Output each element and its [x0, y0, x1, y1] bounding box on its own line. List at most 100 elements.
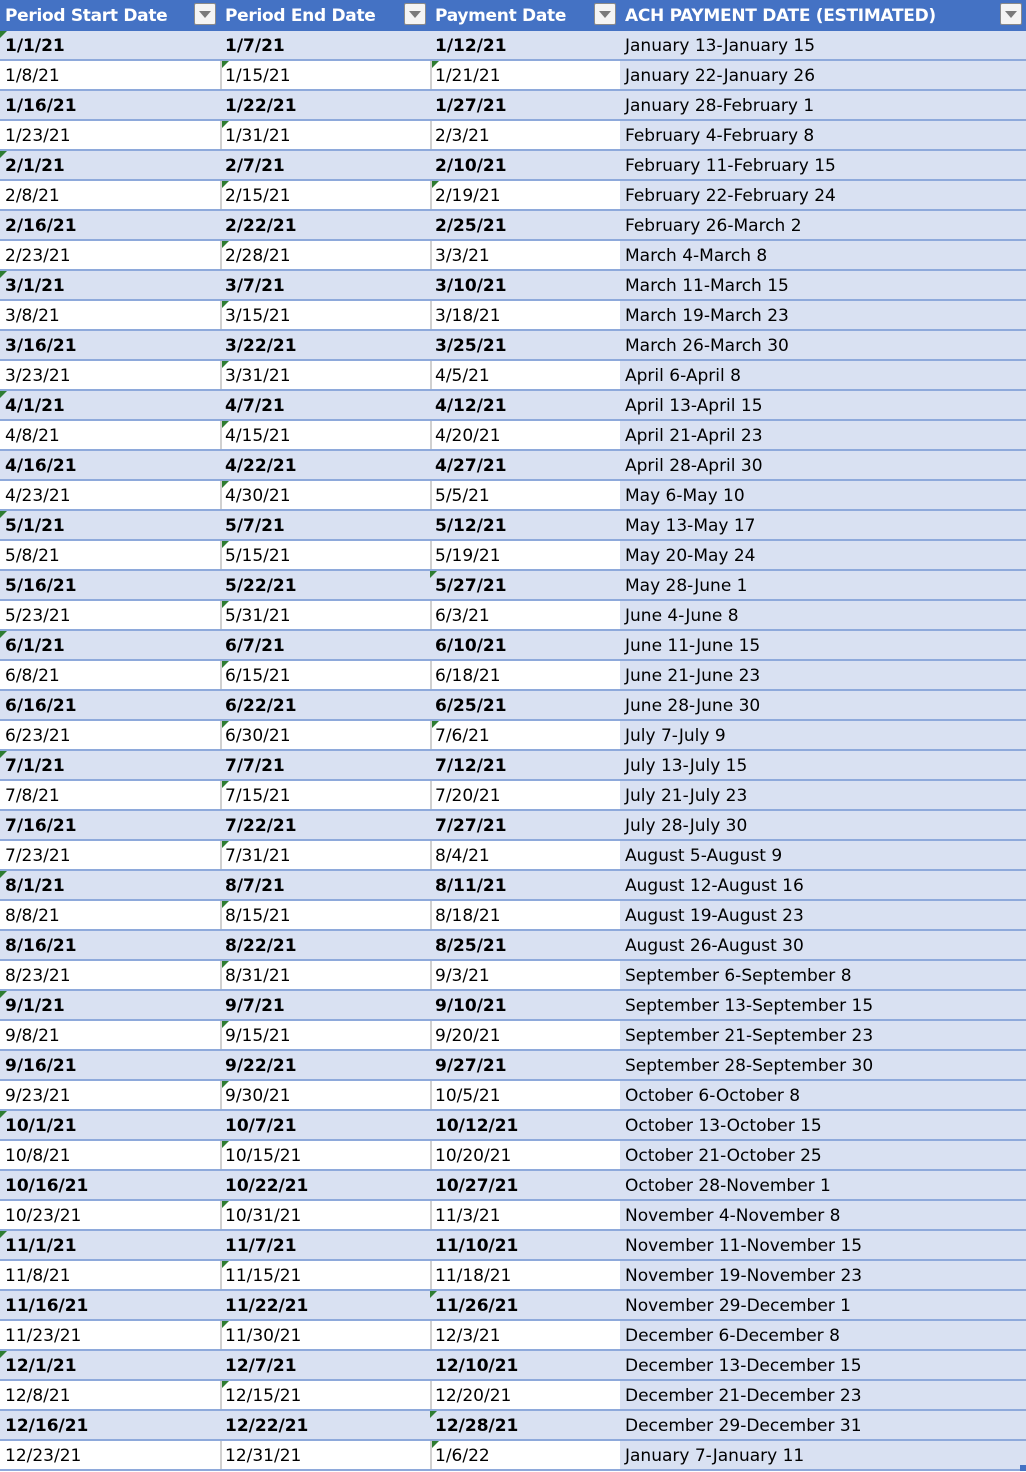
period-start-cell[interactable]: 7/1/21 [0, 751, 220, 779]
period-end-cell[interactable]: 10/22/21 [220, 1171, 430, 1199]
period-end-cell[interactable]: 5/7/21 [220, 511, 430, 539]
payment-date-cell[interactable]: 8/18/21 [430, 901, 620, 929]
column-header-period-start-date[interactable]: Period Start Date [0, 0, 220, 31]
payment-date-cell[interactable]: 5/27/21 [430, 571, 620, 599]
error-indicator-icon[interactable] [222, 361, 229, 368]
payment-date-cell[interactable]: 9/3/21 [430, 961, 620, 989]
period-start-cell[interactable]: 7/8/21 [0, 781, 220, 809]
payment-date-cell[interactable]: 6/10/21 [430, 631, 620, 659]
period-end-cell[interactable]: 10/31/21 [220, 1201, 430, 1229]
ach-payment-date-cell[interactable]: November 19-November 23 [620, 1261, 1026, 1289]
ach-payment-date-cell[interactable]: October 6-October 8 [620, 1081, 1026, 1109]
period-end-cell[interactable]: 4/7/21 [220, 391, 430, 419]
error-indicator-icon[interactable] [222, 1381, 229, 1388]
period-start-cell[interactable]: 8/16/21 [0, 931, 220, 959]
error-indicator-icon[interactable] [222, 241, 229, 248]
filter-dropdown-icon[interactable] [194, 3, 216, 25]
period-start-cell[interactable]: 10/8/21 [0, 1141, 220, 1169]
error-indicator-icon[interactable] [222, 841, 229, 848]
period-start-cell[interactable]: 8/23/21 [0, 961, 220, 989]
error-indicator-icon[interactable] [0, 1351, 7, 1358]
period-end-cell[interactable]: 1/31/21 [220, 121, 430, 149]
period-end-cell[interactable]: 1/7/21 [220, 31, 430, 59]
ach-payment-date-cell[interactable]: August 19-August 23 [620, 901, 1026, 929]
period-end-cell[interactable]: 9/30/21 [220, 1081, 430, 1109]
payment-date-cell[interactable]: 9/27/21 [430, 1051, 620, 1079]
error-indicator-icon[interactable] [222, 601, 229, 608]
period-start-cell[interactable]: 2/16/21 [0, 211, 220, 239]
period-end-cell[interactable]: 11/22/21 [220, 1291, 430, 1319]
error-indicator-icon[interactable] [0, 271, 7, 278]
period-start-cell[interactable]: 1/1/21 [0, 31, 220, 59]
error-indicator-icon[interactable] [432, 1441, 439, 1448]
period-end-cell[interactable]: 5/31/21 [220, 601, 430, 629]
period-start-cell[interactable]: 5/16/21 [0, 571, 220, 599]
period-end-cell[interactable]: 3/7/21 [220, 271, 430, 299]
ach-payment-date-cell[interactable]: December 21-December 23 [620, 1381, 1026, 1409]
ach-payment-date-cell[interactable]: May 13-May 17 [620, 511, 1026, 539]
payment-date-cell[interactable]: 11/3/21 [430, 1201, 620, 1229]
payment-date-cell[interactable]: 4/12/21 [430, 391, 620, 419]
payment-date-cell[interactable]: 11/10/21 [430, 1231, 620, 1259]
table-resize-handle[interactable] [1020, 1465, 1026, 1471]
error-indicator-icon[interactable] [0, 871, 7, 878]
payment-date-cell[interactable]: 2/19/21 [430, 181, 620, 209]
payment-date-cell[interactable]: 11/26/21 [430, 1291, 620, 1319]
error-indicator-icon[interactable] [0, 1231, 7, 1238]
ach-payment-date-cell[interactable]: January 28-February 1 [620, 91, 1026, 119]
ach-payment-date-cell[interactable]: May 20-May 24 [620, 541, 1026, 569]
period-start-cell[interactable]: 10/23/21 [0, 1201, 220, 1229]
period-end-cell[interactable]: 8/7/21 [220, 871, 430, 899]
period-start-cell[interactable]: 3/8/21 [0, 301, 220, 329]
payment-date-cell[interactable]: 4/5/21 [430, 361, 620, 389]
ach-payment-date-cell[interactable]: October 28-November 1 [620, 1171, 1026, 1199]
payment-date-cell[interactable]: 1/21/21 [430, 61, 620, 89]
period-end-cell[interactable]: 9/15/21 [220, 1021, 430, 1049]
period-start-cell[interactable]: 2/23/21 [0, 241, 220, 269]
payment-date-cell[interactable]: 1/6/22 [430, 1441, 620, 1469]
period-end-cell[interactable]: 11/7/21 [220, 1231, 430, 1259]
payment-date-cell[interactable]: 8/4/21 [430, 841, 620, 869]
payment-date-cell[interactable]: 6/3/21 [430, 601, 620, 629]
period-start-cell[interactable]: 5/23/21 [0, 601, 220, 629]
payment-date-cell[interactable]: 2/25/21 [430, 211, 620, 239]
error-indicator-icon[interactable] [222, 541, 229, 548]
period-end-cell[interactable]: 10/7/21 [220, 1111, 430, 1139]
payment-date-cell[interactable]: 6/18/21 [430, 661, 620, 689]
ach-payment-date-cell[interactable]: April 13-April 15 [620, 391, 1026, 419]
period-start-cell[interactable]: 9/23/21 [0, 1081, 220, 1109]
period-end-cell[interactable]: 6/15/21 [220, 661, 430, 689]
error-indicator-icon[interactable] [0, 631, 7, 638]
error-indicator-icon[interactable] [0, 511, 7, 518]
ach-payment-date-cell[interactable]: July 28-July 30 [620, 811, 1026, 839]
ach-payment-date-cell[interactable]: November 11-November 15 [620, 1231, 1026, 1259]
error-indicator-icon[interactable] [222, 901, 229, 908]
error-indicator-icon[interactable] [222, 121, 229, 128]
period-start-cell[interactable]: 6/1/21 [0, 631, 220, 659]
period-start-cell[interactable]: 9/16/21 [0, 1051, 220, 1079]
period-end-cell[interactable]: 8/15/21 [220, 901, 430, 929]
ach-payment-date-cell[interactable]: March 19-March 23 [620, 301, 1026, 329]
period-end-cell[interactable]: 2/22/21 [220, 211, 430, 239]
period-end-cell[interactable]: 2/28/21 [220, 241, 430, 269]
period-start-cell[interactable]: 11/23/21 [0, 1321, 220, 1349]
error-indicator-icon[interactable] [222, 421, 229, 428]
period-end-cell[interactable]: 4/30/21 [220, 481, 430, 509]
ach-payment-date-cell[interactable]: August 5-August 9 [620, 841, 1026, 869]
period-start-cell[interactable]: 1/23/21 [0, 121, 220, 149]
period-end-cell[interactable]: 12/15/21 [220, 1381, 430, 1409]
period-start-cell[interactable]: 4/16/21 [0, 451, 220, 479]
period-start-cell[interactable]: 11/8/21 [0, 1261, 220, 1289]
period-start-cell[interactable]: 10/16/21 [0, 1171, 220, 1199]
ach-payment-date-cell[interactable]: February 22-February 24 [620, 181, 1026, 209]
ach-payment-date-cell[interactable]: September 6-September 8 [620, 961, 1026, 989]
period-start-cell[interactable]: 5/8/21 [0, 541, 220, 569]
period-end-cell[interactable]: 2/7/21 [220, 151, 430, 179]
error-indicator-icon[interactable] [222, 1261, 229, 1268]
ach-payment-date-cell[interactable]: May 6-May 10 [620, 481, 1026, 509]
ach-payment-date-cell[interactable]: September 13-September 15 [620, 991, 1026, 1019]
ach-payment-date-cell[interactable]: January 7-January 11 [620, 1441, 1026, 1469]
ach-payment-date-cell[interactable]: December 29-December 31 [620, 1411, 1026, 1439]
payment-date-cell[interactable]: 2/3/21 [430, 121, 620, 149]
period-end-cell[interactable]: 12/7/21 [220, 1351, 430, 1379]
